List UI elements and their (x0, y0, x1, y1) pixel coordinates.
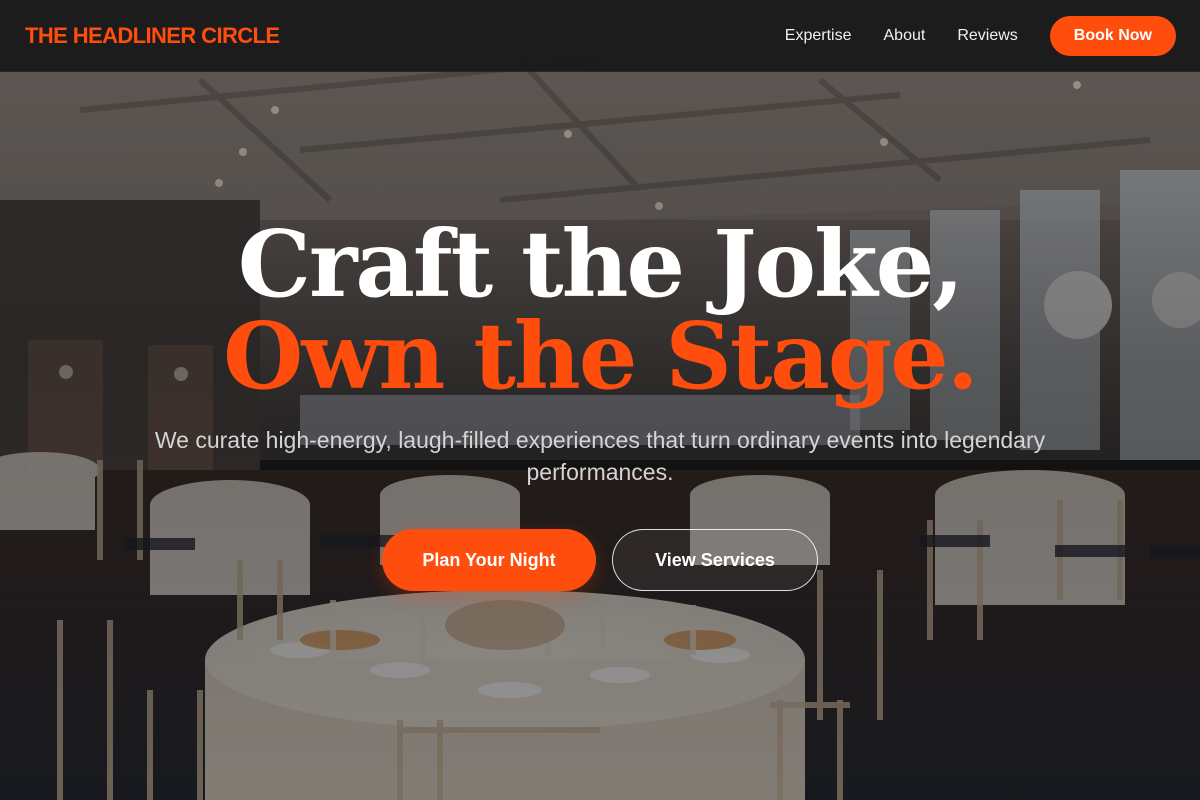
nav-links: Expertise About Reviews Book Now (785, 15, 1176, 56)
hero-section: Craft the Joke, Own the Stage. We curate… (0, 72, 1200, 800)
top-navbar: THE HEADLINER CIRCLE Expertise About Rev… (0, 0, 1200, 72)
hero-tagline: We curate high-energy, laugh-filled expe… (154, 427, 1046, 485)
nav-link-expertise[interactable]: Expertise (785, 27, 852, 45)
headline-line-1: Craft the Joke, (237, 210, 965, 318)
landing-page: THE HEADLINER CIRCLE Expertise About Rev… (0, 0, 1200, 800)
brand-logo[interactable]: THE HEADLINER CIRCLE (25, 23, 280, 49)
book-now-button[interactable]: Book Now (1049, 15, 1176, 56)
hero-cta-row: Plan Your Night View Services (0, 529, 1200, 591)
plan-your-night-button[interactable]: Plan Your Night (382, 529, 596, 591)
headline-line-2: Own the Stage. (223, 302, 979, 410)
view-services-button[interactable]: View Services (612, 529, 818, 591)
nav-link-reviews[interactable]: Reviews (957, 27, 1017, 45)
nav-link-about[interactable]: About (884, 27, 926, 45)
